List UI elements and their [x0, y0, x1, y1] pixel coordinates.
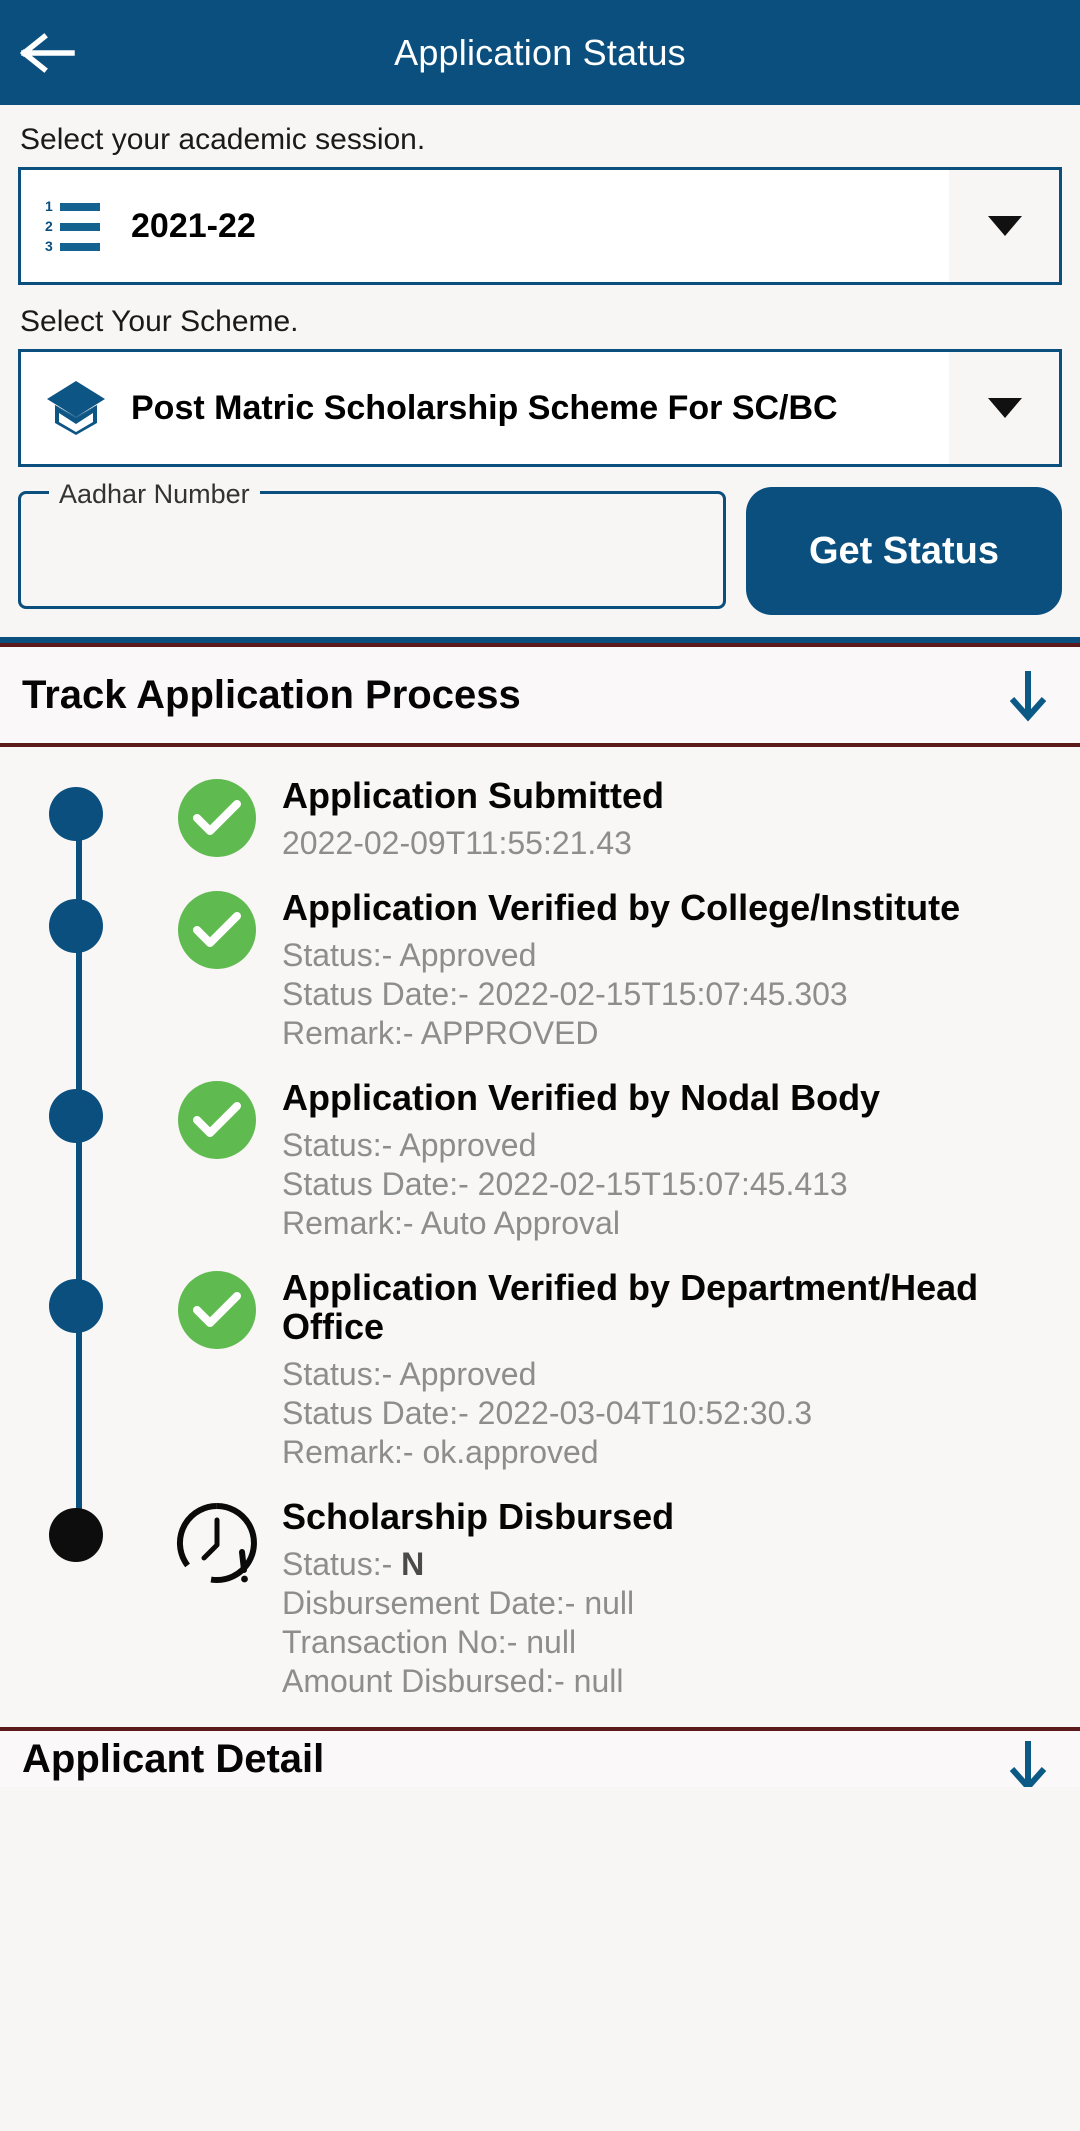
check-circle-icon — [178, 1270, 256, 1349]
timeline-item: Application Submitted 2022-02-09T11:55:21… — [0, 775, 1080, 863]
session-value: 2021-22 — [131, 206, 256, 245]
timeline-item-body: Application Verified by College/Institut… — [282, 886, 1080, 1053]
timeline-dot-done — [49, 898, 103, 953]
timeline-item-body: Application Verified by Nodal Body Status… — [282, 1076, 1080, 1243]
app-bar: Application Status — [0, 0, 1080, 105]
clock-alert-icon — [174, 1500, 260, 1586]
timeline-item: Application Verified by College/Institut… — [0, 886, 1080, 1053]
timeline-item-detail: Status:- Approved — [282, 1126, 537, 1163]
timeline-item-detail: Status:- Approved — [282, 1355, 537, 1392]
timeline-item: Application Verified by Department/Head … — [0, 1266, 1080, 1472]
timeline-gap — [0, 1243, 1080, 1269]
timeline-item-detail: Remark:- ok.approved — [282, 1433, 599, 1470]
check-circle-icon — [178, 1080, 256, 1159]
aadhar-field-wrapper: Aadhar Number — [18, 475, 726, 609]
timeline-item-detail: Status Date:- 2022-02-15T15:07:45.413 — [282, 1165, 848, 1202]
timeline-item-title: Application Submitted — [282, 775, 664, 816]
aadhar-label: Aadhar Number — [49, 475, 260, 513]
timeline-icon-column — [152, 777, 282, 857]
timeline-dot-column — [0, 1079, 152, 1143]
timeline-item-detail: Remark:- APPROVED — [282, 1014, 599, 1051]
timeline-dot-column — [0, 1269, 152, 1333]
track-application-header[interactable]: Track Application Process — [0, 643, 1080, 747]
graduation-cap-icon — [21, 377, 131, 439]
timeline-icon-column — [152, 1498, 282, 1586]
timeline-dot-pending — [49, 1507, 103, 1562]
scheme-caret[interactable] — [949, 352, 1059, 464]
timeline-item-detail: 2022-02-09T11:55:21.43 — [282, 824, 632, 861]
timeline-dot-done — [49, 1088, 103, 1143]
timeline-gap — [0, 1472, 1080, 1498]
applicant-detail-title: Applicant Detail — [22, 1736, 325, 1781]
check-circle-icon — [178, 779, 256, 857]
timeline-item-body: Application Submitted 2022-02-09T11:55:21… — [282, 775, 1080, 863]
timeline-item: Scholarship Disbursed Status:- N Disbursem… — [0, 1495, 1080, 1701]
arrow-left-icon — [20, 31, 76, 75]
session-label: Select your academic session. — [20, 123, 426, 156]
timeline-item-title: Scholarship Disbursed — [282, 1495, 675, 1537]
check-circle-icon — [178, 890, 256, 969]
timeline-dot-column — [0, 777, 152, 841]
application-timeline: Application Submitted 2022-02-09T11:55:21… — [0, 747, 1080, 1727]
detail-value: N — [401, 1545, 425, 1582]
svg-text:2: 2 — [45, 218, 53, 234]
chevron-down-icon — [987, 398, 1022, 418]
timeline-item-detail: Status:- N — [282, 1545, 1040, 1584]
applicant-detail-header[interactable]: Applicant Detail — [0, 1726, 1080, 1787]
timeline-dot-done — [49, 787, 103, 841]
timeline-gap — [0, 863, 1080, 889]
track-application-title: Track Application Process — [22, 672, 521, 717]
detail-label: Status:- — [282, 1545, 402, 1582]
session-select[interactable]: 1 2 3 2021-22 — [18, 167, 1062, 285]
session-caret[interactable] — [949, 170, 1059, 282]
timeline-item-detail: Amount Disbursed:- null — [282, 1662, 624, 1699]
aadhar-row: Aadhar Number Get Status — [18, 475, 1062, 615]
timeline-item-detail: Remark:- Auto Approval — [282, 1204, 620, 1241]
back-button[interactable] — [0, 0, 96, 105]
timeline-item: Application Verified by Nodal Body Status… — [0, 1076, 1080, 1243]
chevron-down-icon — [987, 216, 1022, 236]
timeline-dot-column — [0, 889, 152, 953]
timeline-item-detail: Status:- Approved — [282, 936, 537, 973]
timeline-item-body: Application Verified by Department/Head … — [282, 1266, 1080, 1472]
scheme-select[interactable]: Post Matric Scholarship Scheme For SC/BC — [18, 349, 1062, 467]
scheme-value: Post Matric Scholarship Scheme For SC/BC — [131, 388, 838, 427]
svg-text:1: 1 — [45, 198, 53, 214]
timeline-item-detail: Disbursement Date:- null — [282, 1584, 635, 1621]
timeline-item-detail: Status Date:- 2022-03-04T10:52:30.3 — [282, 1394, 813, 1431]
timeline-item-title: Application Verified by Department/Head … — [282, 1266, 979, 1347]
scheme-label: Select Your Scheme. — [20, 305, 299, 338]
timeline-item-title: Application Verified by Nodal Body — [282, 1076, 881, 1118]
timeline-item-detail: Status Date:- 2022-02-15T15:07:45.303 — [282, 975, 848, 1012]
timeline-item-detail: Transaction No:- null — [282, 1623, 577, 1660]
timeline-dot-done — [49, 1278, 103, 1333]
page-title: Application Status — [394, 31, 686, 73]
timeline-gap — [0, 1053, 1080, 1079]
timeline-icon-column — [152, 889, 282, 969]
timeline-item-title: Application Verified by College/Institut… — [282, 886, 961, 928]
arrow-down-icon[interactable] — [998, 1737, 1058, 1787]
svg-text:3: 3 — [45, 238, 53, 254]
search-form-panel: Select your academic session. 1 2 3 2021… — [0, 105, 1080, 643]
timeline-item-body: Scholarship Disbursed Status:- N Disbursem… — [282, 1495, 1080, 1701]
get-status-button[interactable]: Get Status — [746, 487, 1062, 615]
timeline-icon-column — [152, 1079, 282, 1159]
arrow-down-icon[interactable] — [998, 667, 1058, 723]
timeline-dot-column — [0, 1498, 152, 1562]
timeline-icon-column — [152, 1269, 282, 1349]
numbered-list-icon: 1 2 3 — [21, 197, 131, 255]
